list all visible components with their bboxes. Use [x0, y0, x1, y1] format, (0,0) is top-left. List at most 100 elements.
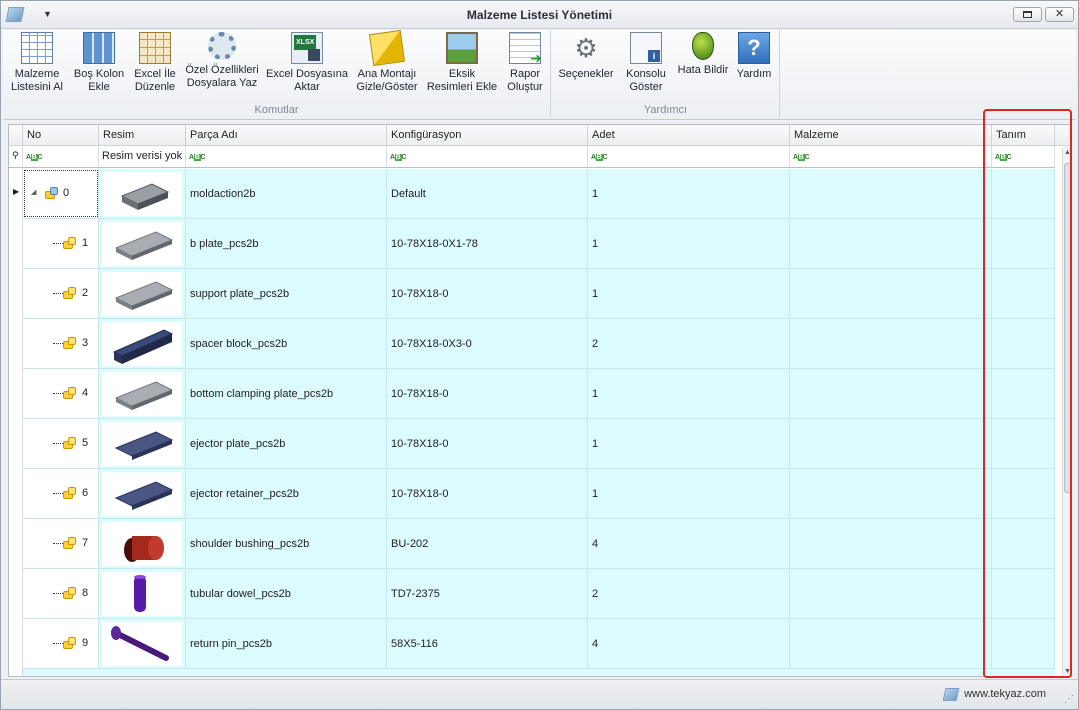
filter-konfigurasyon[interactable]: ABC [387, 146, 588, 168]
cell-no[interactable]: 3 [23, 319, 99, 368]
cell-tanim[interactable] [992, 619, 1055, 668]
cell-parca-adi[interactable]: ejector retainer_pcs2b [186, 469, 387, 518]
help-button[interactable]: ? Yardım [734, 32, 774, 81]
edit-with-excel-button[interactable]: Excel İle Düzenle [129, 32, 181, 94]
cell-konfigurasyon[interactable]: BU-202 [387, 519, 588, 568]
cell-parca-adi[interactable]: support plate_pcs2b [186, 269, 387, 318]
cell-tanim[interactable] [992, 419, 1055, 468]
cell-adet[interactable]: 4 [588, 519, 790, 568]
cell-konfigurasyon[interactable]: 58X5-116 [387, 619, 588, 668]
resize-grip-icon[interactable]: ⋰ [1064, 694, 1074, 705]
cell-parca-adi[interactable]: return pin_pcs2b [186, 619, 387, 668]
cell-tanim[interactable] [992, 169, 1055, 218]
cell-tanim[interactable] [992, 319, 1055, 368]
cell-adet[interactable]: 1 [588, 269, 790, 318]
close-button[interactable]: ✕ [1045, 7, 1074, 22]
column-header-malzeme[interactable]: Malzeme [790, 125, 992, 146]
export-excel-button[interactable]: Excel Dosyasına Aktar [265, 32, 349, 94]
scroll-up-icon[interactable]: ▲ [1064, 149, 1071, 156]
create-report-button[interactable]: Rapor Oluştur [503, 32, 547, 94]
restore-button[interactable] [1013, 7, 1042, 22]
cell-no[interactable]: 1 [23, 219, 99, 268]
filter-malzeme[interactable]: ABC [790, 146, 992, 168]
filter-tanim[interactable]: ABC [992, 146, 1055, 168]
column-header-parca-adi[interactable]: Parça Adı [186, 125, 387, 146]
column-header-no[interactable]: No [23, 125, 99, 146]
table-row[interactable]: 4 bottom clamping plate_pcs2b 10-78X18-0 1 [23, 369, 1055, 419]
table-row[interactable]: 7 shoulder bushing_pcs2b BU-202 4 [23, 519, 1055, 569]
cell-resim[interactable] [99, 319, 186, 368]
filter-resim[interactable]: Resim verisi yok [99, 146, 186, 168]
cell-adet[interactable]: 2 [588, 569, 790, 618]
filter-parca-adi[interactable]: ABC [186, 146, 387, 168]
cell-tanim[interactable] [992, 219, 1055, 268]
cell-resim[interactable] [99, 369, 186, 418]
cell-resim[interactable] [99, 519, 186, 568]
add-empty-column-button[interactable]: Boş Kolon Ekle [71, 32, 127, 94]
cell-adet[interactable]: 1 [588, 469, 790, 518]
table-row[interactable]: 8 tubular dowel_pcs2b TD7-2375 2 [23, 569, 1055, 619]
filter-no[interactable]: ABC [23, 146, 99, 168]
cell-tanim[interactable] [992, 369, 1055, 418]
column-header-resim[interactable]: Resim [99, 125, 186, 146]
column-header-konfigurasyon[interactable]: Konfigürasyon [387, 125, 588, 146]
cell-adet[interactable]: 1 [588, 169, 790, 218]
scrollbar-thumb[interactable] [1064, 163, 1071, 493]
scroll-down-icon[interactable]: ▼ [1064, 668, 1071, 675]
cell-malzeme[interactable] [790, 369, 992, 418]
cell-konfigurasyon[interactable]: 10-78X18-0X3-0 [387, 319, 588, 368]
cell-parca-adi[interactable]: spacer block_pcs2b [186, 319, 387, 368]
cell-no[interactable]: 8 [23, 569, 99, 618]
cell-resim[interactable] [99, 619, 186, 668]
toggle-main-assembly-button[interactable]: Ana Montajı Gizle/Göster [353, 29, 421, 94]
cell-adet[interactable]: 2 [588, 319, 790, 368]
cell-resim[interactable] [99, 419, 186, 468]
cell-no[interactable]: 6 [23, 469, 99, 518]
cell-malzeme[interactable] [790, 169, 992, 218]
cell-parca-adi[interactable]: b plate_pcs2b [186, 219, 387, 268]
cell-parca-adi[interactable]: ejector plate_pcs2b [186, 419, 387, 468]
cell-malzeme[interactable] [790, 519, 992, 568]
cell-malzeme[interactable] [790, 319, 992, 368]
cell-malzeme[interactable] [790, 569, 992, 618]
table-row[interactable]: 6 ejector retainer_pcs2b 10-78X18-0 1 [23, 469, 1055, 519]
cell-konfigurasyon[interactable]: 10-78X18-0X1-78 [387, 219, 588, 268]
cell-adet[interactable]: 1 [588, 219, 790, 268]
cell-tanim[interactable] [992, 469, 1055, 518]
cell-no[interactable]: 2 [23, 269, 99, 318]
table-row[interactable]: 9 return pin_pcs2b 58X5-116 4 [23, 619, 1055, 669]
table-row[interactable]: 5 ejector plate_pcs2b 10-78X18-0 1 [23, 419, 1055, 469]
cell-konfigurasyon[interactable]: 10-78X18-0 [387, 469, 588, 518]
cell-malzeme[interactable] [790, 269, 992, 318]
cell-konfigurasyon[interactable]: 10-78X18-0 [387, 369, 588, 418]
cell-parca-adi[interactable]: tubular dowel_pcs2b [186, 569, 387, 618]
report-bug-button[interactable]: Hata Bildir [675, 32, 731, 77]
cell-no[interactable]: 5 [23, 419, 99, 468]
cell-resim[interactable] [99, 569, 186, 618]
cell-resim[interactable] [99, 469, 186, 518]
write-custom-props-button[interactable]: Özel Özellikleri Dosyalara Yaz [184, 32, 260, 90]
column-header-adet[interactable]: Adet [588, 125, 790, 146]
cell-resim[interactable] [99, 219, 186, 268]
get-bom-button[interactable]: Malzeme Listesini Al [9, 32, 65, 94]
cell-adet[interactable]: 4 [588, 619, 790, 668]
cell-malzeme[interactable] [790, 419, 992, 468]
cell-parca-adi[interactable]: moldaction2b [186, 169, 387, 218]
cell-no[interactable]: ◢ 0 [23, 169, 99, 218]
cell-konfigurasyon[interactable]: 10-78X18-0 [387, 419, 588, 468]
table-row[interactable]: 2 support plate_pcs2b 10-78X18-0 1 [23, 269, 1055, 319]
column-header-tanim[interactable]: Tanım [992, 125, 1055, 146]
table-row[interactable]: 1b plate_pcs2b 10-78X18-0X1-78 1 [23, 219, 1055, 269]
cell-tanim[interactable] [992, 519, 1055, 568]
collapse-arrow-icon[interactable]: ◢ [31, 188, 36, 196]
cell-malzeme[interactable] [790, 619, 992, 668]
show-console-button[interactable]: Konsolu Göster [620, 32, 672, 94]
cell-tanim[interactable] [992, 569, 1055, 618]
cell-no[interactable]: 7 [23, 519, 99, 568]
cell-parca-adi[interactable]: bottom clamping plate_pcs2b [186, 369, 387, 418]
cell-tanim[interactable] [992, 269, 1055, 318]
cell-adet[interactable]: 1 [588, 419, 790, 468]
cell-parca-adi[interactable]: shoulder bushing_pcs2b [186, 519, 387, 568]
cell-malzeme[interactable] [790, 219, 992, 268]
cell-resim[interactable] [99, 269, 186, 318]
